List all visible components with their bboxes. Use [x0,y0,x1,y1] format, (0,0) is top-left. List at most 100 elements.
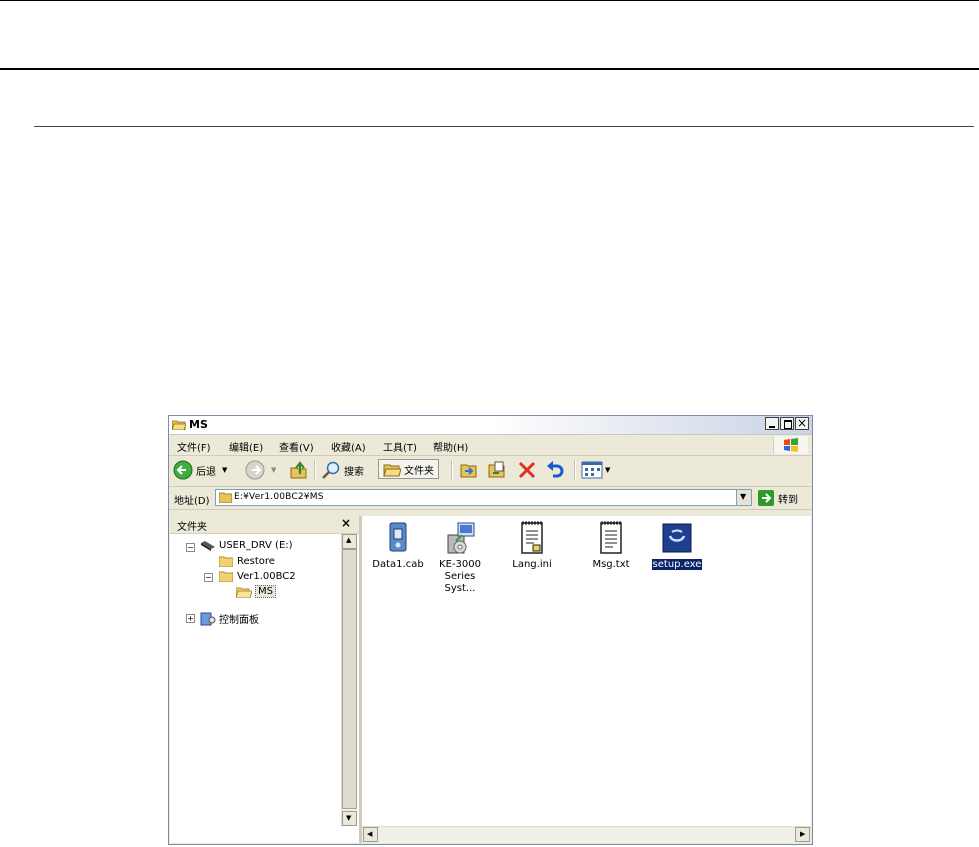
views-icon [581,461,603,479]
toolbar-separator [451,460,453,480]
menu-edit[interactable]: 编辑(E) [229,439,263,454]
delete-x-icon [518,461,536,479]
minimize-button[interactable] [765,417,779,430]
header-top-rule [0,0,979,1]
folder-icon [219,492,232,503]
folders-icon [383,464,401,477]
collapse-toggle-icon[interactable]: − [204,573,213,582]
arrow-right-icon: ▶ [800,830,806,838]
forward-button[interactable]: ▼ [245,460,276,480]
undo-button[interactable] [545,460,565,483]
up-folder-button[interactable] [289,460,309,483]
folders-pane-title: 文件夹 [177,522,207,533]
scroll-up-button[interactable]: ▲ [342,534,357,549]
removable-drive-icon [201,541,215,551]
tree-label: Ver1.00BC2 [237,570,296,582]
menu-bar: 文件(F) 编辑(E) 查看(V) 收藏(A) 工具(T) 帮助(H) [169,435,812,456]
up-folder-icon [290,461,307,479]
file-list-pane: Data1.cab KE-3000 Series Syst... Lang.in… [362,516,811,843]
address-dropdown-button[interactable]: ▼ [736,489,752,506]
arrow-up-icon: ▲ [346,536,352,544]
toolbar-separator [574,460,576,480]
scroll-thumb[interactable] [342,549,357,809]
explorer-window: MS × 文件(F) 编辑(E) 查看(V) 收藏(A) 工具(T) 帮助(H)… [168,415,813,845]
file-item-msg-txt[interactable]: Msg.txt [578,521,644,571]
search-icon [322,461,340,479]
file-name: Msg.txt [592,559,630,570]
windows-logo-icon [773,436,808,454]
control-panel-icon [200,612,216,625]
content-area: 文件夹 × − USER_DRV (E:) Restore − Ver1.00B… [170,516,811,843]
views-dropdown-icon[interactable]: ▼ [605,466,610,474]
go-button[interactable]: 转到 [758,490,798,506]
setup-exe-icon [661,521,693,555]
standard-toolbar: 后退 ▼ ▼ 搜索 文件夹 ▼ [169,456,812,487]
address-bar: 地址(D) E:¥Ver1.00BC2¥MS ▼ 转到 [169,487,812,510]
file-item-ke3000[interactable]: KE-3000 Series Syst... [427,521,493,595]
ini-file-icon [516,521,548,555]
search-label: 搜索 [344,466,364,478]
scroll-down-button[interactable]: ▼ [342,811,357,826]
close-pane-icon[interactable]: × [341,516,351,530]
file-item-lang-ini[interactable]: Lang.ini [499,521,565,571]
search-button[interactable]: 搜索 [321,460,364,480]
file-name: setup.exe [644,559,710,571]
installer-package-icon [444,521,476,555]
expand-toggle-icon[interactable]: + [186,614,195,623]
scroll-left-button[interactable]: ◀ [363,827,378,842]
tree-node-control-panel[interactable]: 控制面板 [200,611,259,626]
menu-tools[interactable]: 工具(T) [383,439,417,454]
tree-label: Restore [237,555,275,567]
tree-label: MS [255,585,276,598]
maximize-button[interactable] [780,417,794,430]
file-item-setup-exe[interactable]: setup.exe [644,521,710,571]
menu-view[interactable]: 查看(V) [279,439,314,454]
back-button[interactable]: 后退 ▼ [173,460,227,480]
folders-button[interactable]: 文件夹 [378,459,439,479]
selected-file-label: setup.exe [651,559,703,570]
window-title: MS [189,418,208,431]
file-name: Lang.ini [512,559,552,570]
menu-favorites[interactable]: 收藏(A) [331,439,366,454]
folders-label: 文件夹 [404,465,434,477]
delete-button[interactable] [517,460,537,483]
folders-pane-header: 文件夹 × [170,516,359,534]
tree-node-restore[interactable]: Restore [219,555,275,567]
address-value: E:¥Ver1.00BC2¥MS [234,492,324,502]
title-bar: MS × [169,416,812,435]
forward-arrow-icon [245,460,265,480]
close-button[interactable]: × [795,416,809,430]
text-file-icon [595,521,627,555]
file-item-data1-cab[interactable]: Data1.cab [365,521,431,571]
folder-open-icon [172,420,186,430]
scroll-right-button[interactable]: ▶ [795,827,810,842]
arrow-left-icon: ◀ [367,830,373,838]
collapse-toggle-icon[interactable]: − [186,543,195,552]
back-dropdown-icon[interactable]: ▼ [222,466,227,474]
tree-node-ms[interactable]: MS [236,585,276,598]
back-arrow-icon [173,460,193,480]
folder-open-icon [236,587,252,598]
move-to-button[interactable] [459,460,479,483]
tree-node-ver[interactable]: Ver1.00BC2 [219,570,296,582]
cab-archive-icon [382,521,414,555]
tree-label: 控制面板 [219,615,259,626]
chevron-down-icon: ▼ [740,492,747,501]
tree-label: USER_DRV (E:) [219,539,293,551]
address-input[interactable]: E:¥Ver1.00BC2¥MS [215,489,752,506]
folder-icon [219,556,233,567]
section-rule [34,126,974,127]
copy-to-icon [488,461,505,478]
toolbar-separator [314,460,316,480]
file-list-scrollbar[interactable]: ◀ ▶ [362,826,811,843]
folder-icon [219,571,233,582]
menu-help[interactable]: 帮助(H) [433,439,468,454]
folder-tree-scrollbar[interactable]: ▲ ▼ [341,534,357,826]
header-bottom-rule [0,68,979,70]
views-button[interactable]: ▼ [581,460,610,480]
forward-dropdown-icon[interactable]: ▼ [271,466,276,474]
menu-file[interactable]: 文件(F) [177,439,211,454]
copy-to-button[interactable] [487,460,507,483]
go-label: 转到 [778,494,798,506]
tree-node-user-drv[interactable]: USER_DRV (E:) [200,539,293,551]
